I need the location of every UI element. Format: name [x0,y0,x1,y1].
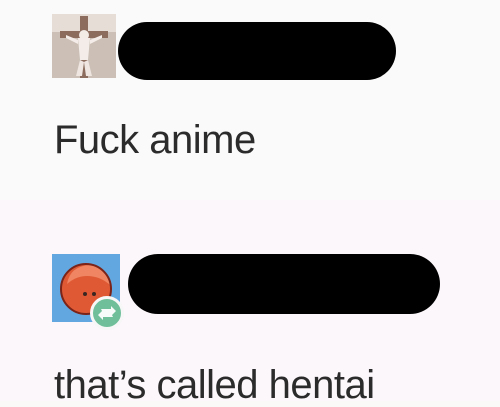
reblog-arrows-icon [98,306,116,320]
reblog-icon[interactable] [90,296,124,330]
post-text-1: Fuck anime [54,118,256,162]
crucifix-avatar-icon[interactable] [52,14,116,78]
post-1: Fuck anime [0,0,500,200]
username-redaction [118,22,396,80]
username-redaction [128,254,440,314]
crucifix-avatar-art [52,14,116,78]
post-2: that’s called hentai [0,200,500,405]
post-text-2: that’s called hentai [54,363,375,407]
